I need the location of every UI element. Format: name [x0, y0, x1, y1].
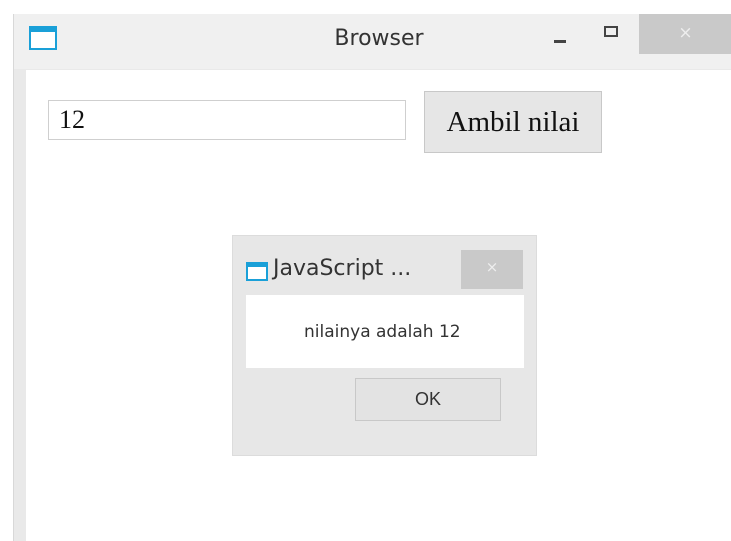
dialog-message-area: nilainya adalah 12	[246, 295, 524, 368]
maximize-button[interactable]	[589, 14, 639, 64]
ok-button[interactable]: OK	[355, 378, 501, 421]
dialog-close-button[interactable]: ×	[461, 250, 523, 289]
close-icon: ×	[485, 258, 499, 276]
minimize-button[interactable]	[534, 14, 584, 64]
page-content: Ambil nilai JavaScript ... × nilainya ad…	[26, 70, 731, 541]
window-title: Browser	[334, 26, 424, 51]
close-icon: ×	[678, 23, 693, 43]
browser-window: Browser × Ambil nilai JavaScript ... × n…	[13, 14, 731, 541]
dialog-window-icon	[246, 262, 268, 281]
dialog-title: JavaScript ...	[273, 256, 412, 281]
dialog-message: nilainya adalah 12	[304, 322, 461, 342]
maximize-icon	[604, 26, 618, 37]
title-bar[interactable]: Browser ×	[14, 14, 731, 69]
javascript-alert-dialog: JavaScript ... × nilainya adalah 12 OK	[232, 235, 537, 456]
minimize-icon	[554, 40, 566, 43]
value-input[interactable]	[48, 100, 406, 140]
app-window-icon	[29, 26, 57, 50]
close-button[interactable]: ×	[639, 14, 731, 54]
ambil-nilai-button[interactable]: Ambil nilai	[424, 91, 602, 153]
